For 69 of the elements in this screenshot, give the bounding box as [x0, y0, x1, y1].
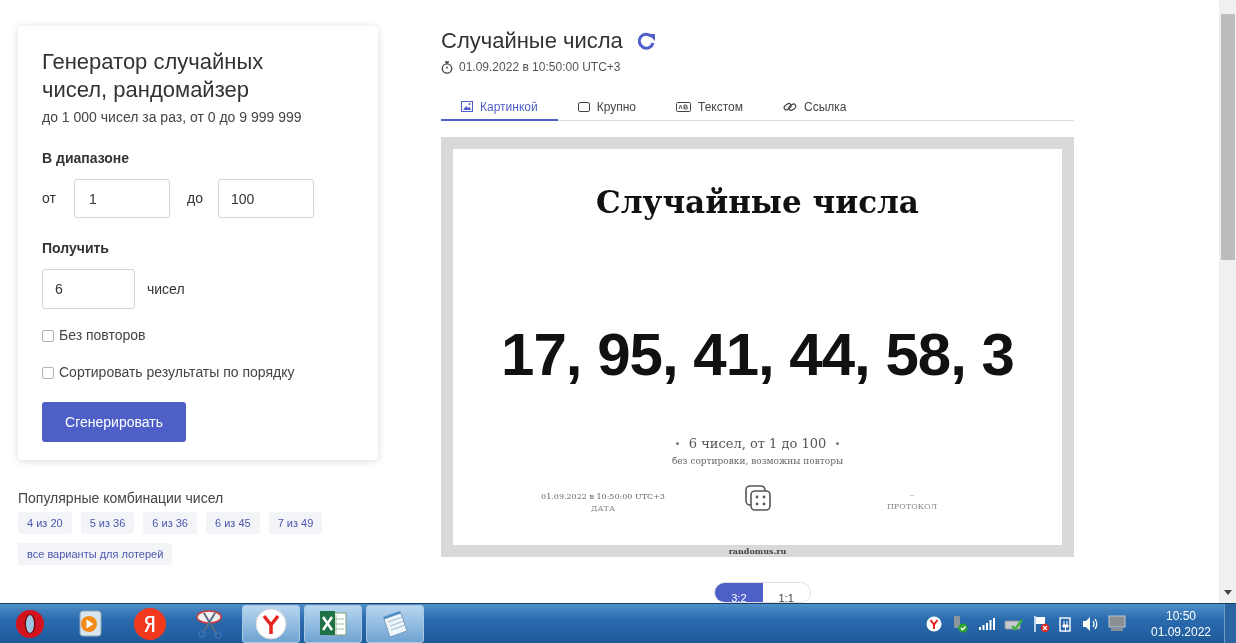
from-input[interactable]: 1	[74, 179, 170, 218]
generator-subtitle: до 1 000 чисел за раз, от 0 до 9 999 999	[42, 108, 303, 127]
checkbox[interactable]	[42, 329, 54, 342]
count-label: Получить	[42, 239, 109, 258]
checkbox-label: Без повторов	[59, 326, 146, 345]
combination-link[interactable]: 4 из 20	[18, 512, 72, 534]
spreadsheet-icon	[318, 608, 348, 639]
generator-title: Генератор случайных чисел, рандомайзер	[42, 48, 265, 104]
timestamp: 01.09.2022 в 10:50:00 UTC+3	[459, 59, 621, 76]
count-unit: чисел	[147, 279, 185, 299]
random-numbers: 17, 95, 41, 44, 58, 3	[501, 319, 1014, 390]
browser-icon[interactable]	[926, 615, 942, 632]
yandex-icon	[134, 607, 166, 640]
generate-button[interactable]: Сгенерировать	[42, 402, 186, 442]
site-name: randomus.ru	[728, 545, 787, 557]
to-input[interactable]: 100	[218, 179, 314, 218]
view-tab[interactable]: Ссылка	[763, 94, 867, 121]
refresh-icon[interactable]	[636, 31, 657, 51]
combination-link[interactable]: 7 из 49	[268, 512, 323, 534]
clock-date[interactable]: 01.09.2022	[1150, 623, 1212, 640]
combination-link[interactable]: 5 из 36	[80, 512, 135, 534]
media-player-icon	[77, 609, 103, 638]
protocol-label: ПРОТОКОЛ	[886, 500, 938, 513]
text-box-icon	[676, 101, 691, 112]
image-date: 01.09.2022 в 10:50:00 UTC+3	[541, 490, 665, 503]
usb-check-icon[interactable]	[951, 614, 969, 633]
result-title: Случайные числа	[441, 28, 623, 54]
to-label: до	[187, 189, 204, 208]
count-input[interactable]: 6	[42, 269, 135, 309]
date-label: ДАТА	[591, 502, 615, 515]
image-heading: Случайные числа	[596, 183, 919, 222]
scissors-icon	[195, 608, 225, 639]
image-summary: 6 чисел, от 1 до 100	[688, 434, 827, 453]
range-label: В диапазоне	[42, 149, 130, 168]
scrollbar-thumb[interactable]	[1220, 14, 1235, 260]
checkbox-label: Сортировать результаты по порядку	[59, 363, 295, 382]
browser-icon	[255, 607, 287, 640]
protocol-value: –	[910, 488, 914, 501]
opera-icon	[15, 608, 45, 639]
dice-icon	[744, 484, 771, 511]
ratio-toggle[interactable]: 3:2	[715, 583, 763, 602]
monitor-icon[interactable]	[1108, 615, 1126, 632]
flag-error-icon[interactable]	[1033, 614, 1050, 633]
combination-link[interactable]: все варианты для лотерей	[18, 543, 173, 565]
popular-title: Популярные комбинации чисел	[18, 489, 224, 508]
image-icon	[461, 101, 473, 112]
view-tab[interactable]: Текстом	[656, 94, 763, 121]
rectangle-icon	[577, 101, 590, 112]
view-tab[interactable]: Картинкой	[441, 94, 558, 121]
power-plug-icon[interactable]	[1059, 614, 1073, 633]
clock-time[interactable]: 10:50	[1166, 607, 1196, 624]
scroll-down-icon[interactable]	[1223, 590, 1232, 595]
checkbox[interactable]	[42, 366, 54, 379]
notepad-icon	[380, 608, 410, 639]
combination-link[interactable]: 6 из 45	[205, 512, 260, 534]
bullet-icon	[675, 441, 679, 445]
view-tab[interactable]: Крупно	[557, 94, 656, 121]
taskbar-app[interactable]	[242, 604, 300, 643]
stopwatch-icon	[441, 60, 453, 74]
combination-link[interactable]: 6 из 36	[143, 512, 197, 534]
link-icon	[783, 100, 797, 113]
taskbar-app[interactable]	[304, 604, 362, 643]
signal-icon[interactable]	[978, 616, 995, 631]
bullet-icon	[836, 441, 840, 445]
from-label: от	[42, 189, 57, 208]
image-details: без сортировки, возможны повторы	[671, 455, 844, 468]
taskbar-app[interactable]	[366, 604, 424, 643]
scrollbar[interactable]	[1219, 0, 1236, 603]
speaker-icon[interactable]	[1082, 615, 1099, 632]
